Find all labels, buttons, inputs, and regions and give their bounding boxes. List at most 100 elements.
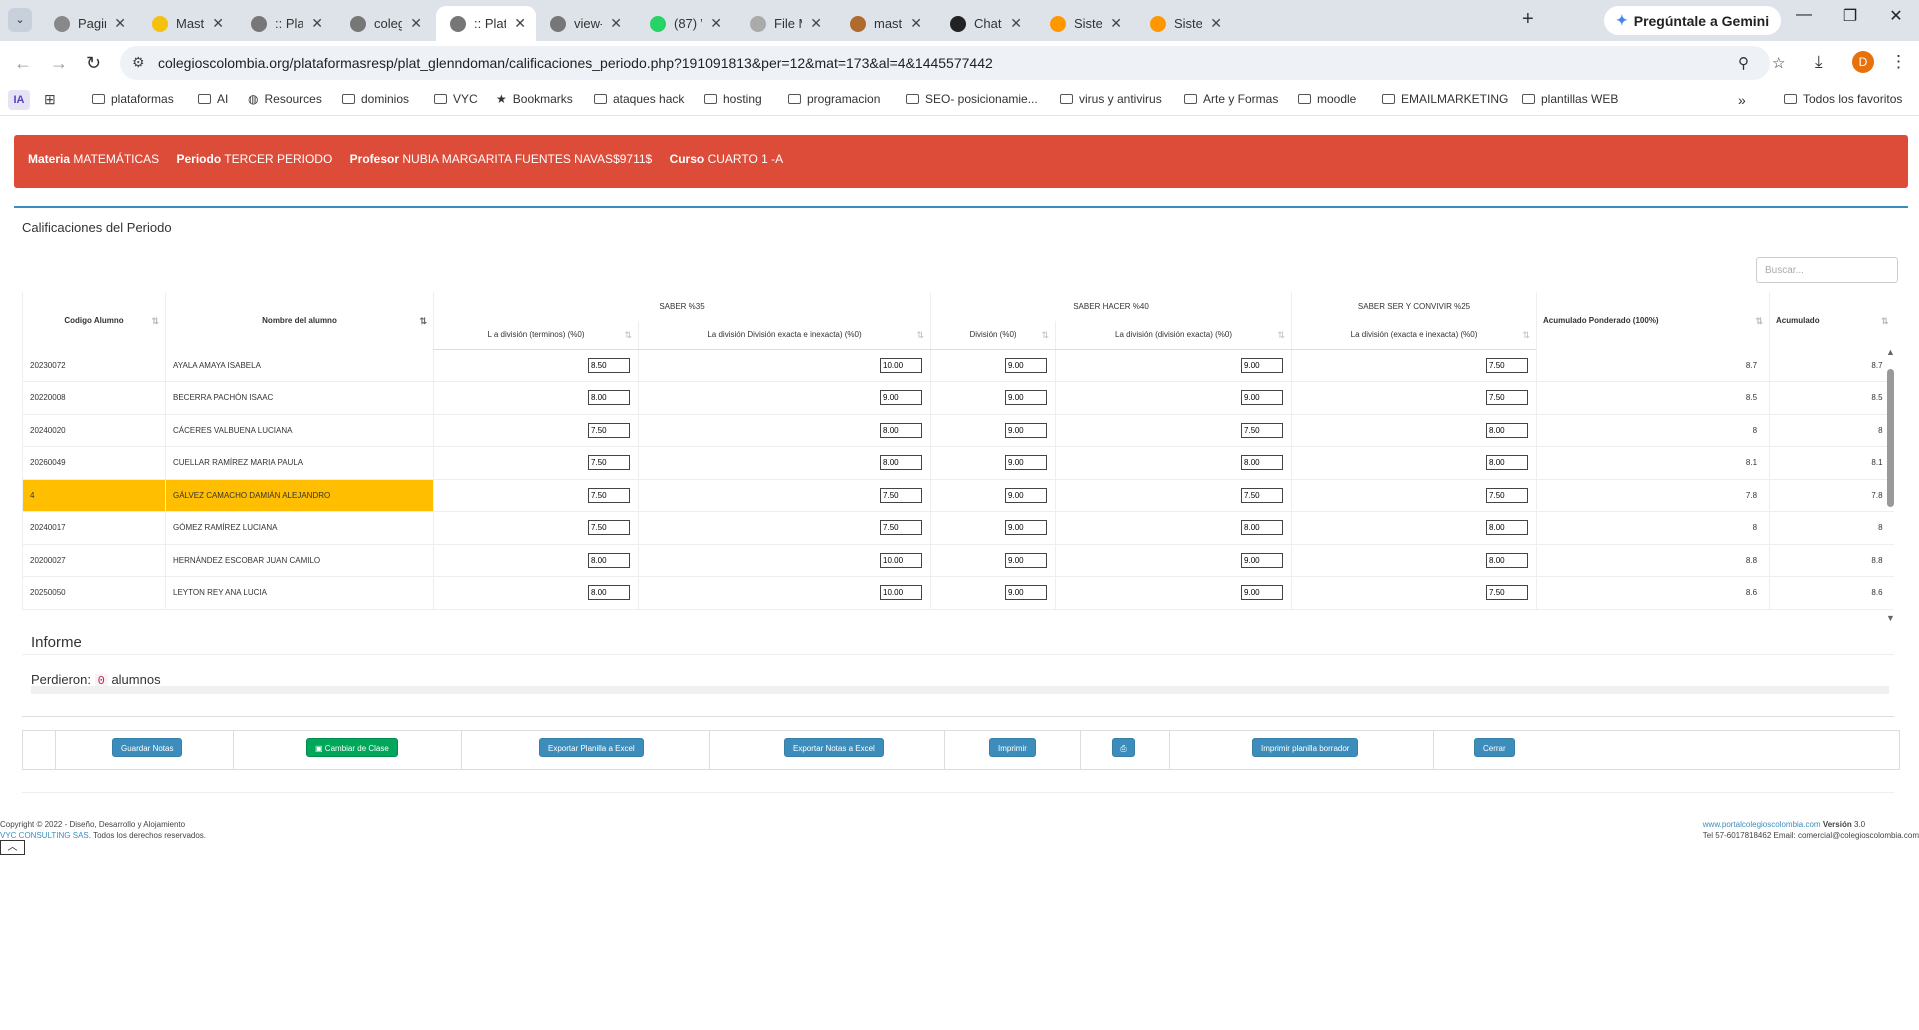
portal-link[interactable]: www.portalcolegioscolombia.com [1703, 820, 1821, 829]
apps-grid-icon[interactable]: ⊞ [44, 91, 56, 108]
browser-tab[interactable]: MasterAc ✕ [138, 6, 234, 41]
bookmark-item[interactable]: virus y antivirus [1060, 92, 1162, 106]
browser-tab[interactable]: colegiosc ✕ [336, 6, 432, 41]
browser-tab[interactable]: (87) What ✕ [636, 6, 732, 41]
scroll-down-icon[interactable]: ▼ [1886, 613, 1895, 623]
forward-icon[interactable]: → [50, 53, 68, 74]
browser-menu-icon[interactable]: ⋮ [1890, 52, 1907, 72]
zoom-icon[interactable]: ⚲ [1738, 54, 1749, 72]
grade-input[interactable] [1486, 520, 1529, 536]
bookmark-item[interactable]: ★ Bookmarks [496, 92, 573, 106]
tab-close-icon[interactable]: ✕ [1210, 15, 1222, 32]
tab-close-icon[interactable]: ✕ [610, 15, 622, 32]
grade-input[interactable] [1241, 552, 1284, 568]
browser-tab[interactable]: view-sour ✕ [536, 6, 632, 41]
grade-input[interactable] [1241, 455, 1284, 471]
grade-input[interactable] [1486, 552, 1529, 568]
minimize-icon[interactable]: — [1784, 6, 1824, 24]
grade-input[interactable] [1005, 455, 1048, 471]
student-row[interactable]: 4GÁLVEZ CAMACHO DAMIÁN ALEJANDRO 7.87.8 [22, 479, 1894, 512]
bookmark-item[interactable]: SEO- posicionamie... [906, 92, 1038, 106]
grade-input[interactable] [880, 520, 923, 536]
scrollbar-thumb[interactable] [1887, 369, 1894, 507]
grade-input[interactable] [1005, 357, 1048, 373]
grade-input[interactable] [880, 357, 923, 373]
browser-tab[interactable]: Sistema d ✕ [1136, 6, 1232, 41]
grade-input[interactable] [1486, 390, 1529, 406]
table-scrollbar[interactable]: ▲ ▼ [1886, 347, 1895, 623]
student-row[interactable]: 20250050LEYTON REY ANA LUCIA 8.68.6 [22, 576, 1894, 610]
grade-input[interactable] [1005, 422, 1048, 438]
tab-close-icon[interactable]: ✕ [514, 15, 526, 32]
imprimir-button[interactable]: Imprimir [989, 738, 1036, 757]
browser-tab[interactable]: ChatGPT ✕ [936, 6, 1032, 41]
new-tab-button[interactable]: + [1522, 8, 1534, 31]
grade-input[interactable] [1241, 520, 1284, 536]
tab-close-icon[interactable]: ✕ [810, 15, 822, 32]
col-header-acumulado[interactable]: Acumulado ⇅ [1769, 292, 1894, 349]
bookmark-item[interactable]: EMAILMARKETING [1382, 92, 1508, 106]
grade-input[interactable] [588, 585, 630, 601]
bookmark-ia[interactable]: IA [8, 90, 30, 110]
grade-input[interactable] [1241, 390, 1284, 406]
cerrar-button[interactable]: Cerrar [1474, 738, 1515, 757]
grade-input[interactable] [1005, 390, 1048, 406]
imprimir-borrador-button[interactable]: Imprimir planilla borrador [1252, 738, 1359, 757]
col-header-acumulado-ponderado[interactable]: Acumulado Ponderado (100%) ⇅ [1536, 292, 1770, 349]
grade-input[interactable] [1241, 585, 1284, 601]
grade-input[interactable] [880, 390, 923, 406]
company-link[interactable]: VYC CONSULTING SAS [0, 831, 89, 840]
bookmark-item[interactable]: Arte y Formas [1184, 92, 1278, 106]
grade-input[interactable] [1486, 487, 1529, 503]
student-row[interactable]: 20260049CUELLAR RAMÍREZ MARIA PAULA 8.18.… [22, 446, 1894, 480]
grade-input[interactable] [588, 357, 630, 373]
gemini-button[interactable]: ✦ Pregúntale a Gemini [1604, 6, 1782, 35]
grade-input[interactable] [588, 422, 630, 438]
col-header-grade-2[interactable]: La división División exacta e inexacta) … [637, 321, 931, 350]
grade-input[interactable] [1005, 552, 1048, 568]
bookmark-item[interactable]: programacion [788, 92, 880, 106]
grade-input[interactable] [1486, 585, 1529, 601]
site-info-icon[interactable]: ⚙ [132, 54, 145, 71]
browser-tab[interactable]: masteraci ✕ [836, 6, 932, 41]
close-window-icon[interactable]: ✕ [1876, 6, 1916, 26]
grade-input[interactable] [1241, 357, 1284, 373]
grade-input[interactable] [588, 390, 630, 406]
all-favorites[interactable]: Todos los favoritos [1784, 92, 1902, 106]
tab-close-icon[interactable]: ✕ [910, 15, 922, 32]
url-text[interactable]: colegioscolombia.org/plataformasresp/pla… [158, 55, 993, 71]
student-row[interactable]: 20230072AYALA AMAYA ISABELA 8.78.7 [22, 349, 1894, 382]
browser-tab[interactable]: Pagina de ✕ [40, 6, 136, 41]
col-header-grade-3[interactable]: División (%0) ⇅ [930, 321, 1056, 350]
download-icon[interactable]: ⤓ [1815, 52, 1823, 72]
bookmark-item[interactable]: ataques hack [594, 92, 684, 106]
tab-search-button[interactable]: ⌄ [8, 8, 32, 32]
exportar-planilla-button[interactable]: Exportar Planilla a Excel [539, 738, 644, 757]
bookmark-star-icon[interactable]: ☆ [1772, 54, 1785, 72]
grade-input[interactable] [588, 520, 630, 536]
student-row[interactable]: 20220008BECERRA PACHÓN ISAAC 8.58.5 [22, 381, 1894, 415]
grade-input[interactable] [1005, 585, 1048, 601]
col-header-nombre[interactable]: Nombre del alumno ⇅ [165, 292, 434, 349]
browser-tab[interactable]: :: Platafor ✕ [237, 6, 333, 41]
print-icon[interactable]: ⎙ [1112, 738, 1135, 757]
grade-input[interactable] [880, 455, 923, 471]
grade-input[interactable] [1486, 455, 1529, 471]
profile-avatar[interactable]: D [1852, 51, 1874, 73]
grade-input[interactable] [588, 455, 630, 471]
tab-close-icon[interactable]: ✕ [410, 15, 422, 32]
col-header-grade-1[interactable]: L a división (terminos) (%0) ⇅ [433, 321, 639, 350]
cambiar-clase-button[interactable]: ▣ Cambiar de Clase [306, 738, 398, 757]
grade-input[interactable] [880, 552, 923, 568]
grade-input[interactable] [880, 585, 923, 601]
student-row[interactable]: 20240020CÁCERES VALBUENA LUCIANA 88 [22, 414, 1894, 447]
col-header-grade-5[interactable]: La división (exacta e inexacta) (%0) ⇅ [1291, 321, 1537, 350]
grade-input[interactable] [880, 422, 923, 438]
browser-tab[interactable]: :: Platafor ✕ [436, 6, 536, 41]
bookmark-item[interactable]: ◍ Resources [248, 92, 322, 106]
tab-close-icon[interactable]: ✕ [212, 15, 224, 32]
more-bookmarks-icon[interactable]: » [1738, 92, 1746, 108]
grade-input[interactable] [588, 552, 630, 568]
exportar-notas-button[interactable]: Exportar Notas a Excel [784, 738, 884, 757]
tab-close-icon[interactable]: ✕ [1010, 15, 1022, 32]
